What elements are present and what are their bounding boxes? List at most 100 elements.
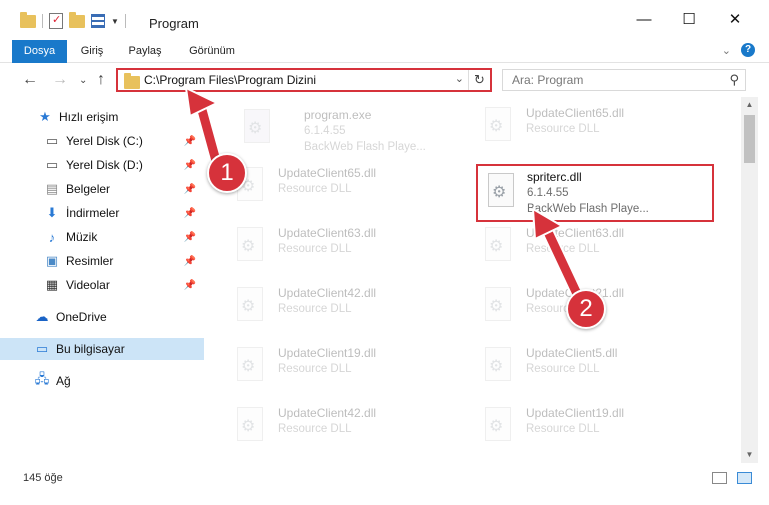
list-item[interactable]: ⚙ UpdateClient65.dll Resource DLL — [223, 159, 463, 217]
details-view-icon[interactable] — [712, 472, 727, 484]
videos-icon: ▦ — [45, 277, 59, 292]
dll-icon: ⚙ — [481, 407, 515, 447]
drive-icon: ▭ — [45, 133, 59, 148]
pin-icon[interactable]: 📌 — [184, 136, 196, 147]
window-title: Program — [149, 16, 199, 31]
pin-icon[interactable]: 📌 — [184, 280, 196, 291]
pin-icon[interactable]: 📌 — [184, 256, 196, 267]
help-icon[interactable]: ? — [741, 43, 755, 57]
file-name: UpdateClient65.dll — [526, 106, 625, 120]
file-description: Resource DLL — [526, 423, 600, 435]
pin-icon[interactable]: 📌 — [184, 208, 196, 219]
dll-icon: ⚙ — [481, 287, 515, 327]
file-description: Resource DLL — [278, 363, 352, 375]
list-item[interactable]: ⚙ UpdateClient63.dll Resource DLL — [223, 219, 463, 277]
nav-item-documents[interactable]: ▤ Belgeler 📌 — [0, 178, 204, 200]
search-icon[interactable]: ⚲ — [729, 72, 739, 88]
up-arrow-icon[interactable]: ↑ — [97, 71, 105, 89]
star-icon: ★ — [39, 109, 51, 124]
list-item[interactable]: ⚙ UpdateClient42.dll Resource DLL — [223, 399, 463, 457]
recent-locations-icon[interactable]: ⌄ — [79, 75, 87, 86]
computer-icon: ▭ — [35, 341, 49, 356]
dll-icon: ⚙ — [481, 347, 515, 387]
file-name: spriterc.dll — [527, 170, 582, 184]
scroll-thumb[interactable] — [744, 115, 755, 163]
ribbon-expand-icon[interactable]: ⌄ — [722, 44, 731, 57]
dll-icon: ⚙ — [481, 107, 515, 147]
item-count: 145 öğe — [23, 472, 63, 484]
address-row: ← → ⌄ ↑ C:\Program Files\Program Dizini … — [0, 63, 769, 97]
nav-label: Yerel Disk (C:) — [66, 134, 143, 148]
nav-label: Ağ — [56, 374, 71, 388]
tab-home[interactable]: Giriş — [74, 40, 110, 63]
file-description: Resource DLL — [278, 423, 352, 435]
pin-icon[interactable]: 📌 — [184, 184, 196, 195]
file-description: Resource DLL — [526, 243, 600, 255]
nav-item-onedrive[interactable]: ☁ OneDrive — [0, 306, 204, 328]
file-name: UpdateClient5.dll — [526, 346, 618, 360]
address-bar[interactable]: C:\Program Files\Program Dizini ⌄ ↻ — [116, 68, 492, 92]
scroll-down-icon[interactable]: ▼ — [741, 447, 758, 463]
address-path[interactable]: C:\Program Files\Program Dizini — [144, 73, 316, 87]
step-badge-2: 2 — [566, 289, 606, 329]
file-name: UpdateClient63.dll — [526, 226, 625, 240]
dll-icon: ⚙ — [233, 407, 267, 447]
dll-icon: ⚙ — [484, 173, 518, 213]
tab-share[interactable]: Paylaş — [122, 40, 168, 63]
list-item[interactable]: ⚙ UpdateClient63.dll Resource DLL — [471, 219, 711, 277]
search-placeholder[interactable]: Ara: Program — [512, 73, 583, 87]
file-description: Resource DLL — [526, 123, 600, 135]
file-description: BackWeb Flash Playe... — [527, 203, 649, 215]
pin-icon[interactable]: 📌 — [184, 160, 196, 171]
search-box[interactable]: Ara: Program ⚲ — [502, 69, 746, 91]
nav-item-downloads[interactable]: ⬇ İndirmeler 📌 — [0, 202, 204, 224]
step-badge-1: 1 — [207, 153, 247, 193]
quick-access-toolbar: ▼ — [20, 11, 126, 29]
toolbar-separator — [124, 14, 126, 28]
list-item[interactable]: ⚙ UpdateClient5.dll Resource DLL — [471, 339, 711, 397]
back-arrow-icon[interactable]: ← — [22, 71, 38, 89]
nav-item-drive-c[interactable]: ▭ Yerel Disk (C:) 📌 — [0, 130, 204, 152]
dll-icon: ⚙ — [233, 227, 267, 267]
nav-item-music[interactable]: ♪ Müzik 📌 — [0, 226, 204, 248]
folder-icon — [20, 11, 36, 28]
tab-file[interactable]: Dosya — [12, 40, 67, 63]
nav-item-this-pc[interactable]: ▭ Bu bilgisayar — [0, 338, 204, 360]
nav-item-pictures[interactable]: ▣ Resimler 📌 — [0, 250, 204, 272]
nav-item-network[interactable]: 🖧 Ağ — [0, 370, 204, 392]
scroll-up-icon[interactable]: ▲ — [741, 97, 758, 113]
tiles-view-icon[interactable] — [737, 472, 752, 484]
file-name: UpdateClient19.dll — [526, 406, 625, 420]
vertical-scrollbar[interactable]: ▲ ▼ — [741, 97, 758, 463]
address-dropdown-icon[interactable]: ⌄ — [455, 72, 464, 85]
minimize-button[interactable]: — — [629, 10, 659, 30]
nav-item-drive-d[interactable]: ▭ Yerel Disk (D:) 📌 — [0, 154, 204, 176]
tab-view[interactable]: Görünüm — [182, 40, 242, 63]
nav-item-videos[interactable]: ▦ Videolar 📌 — [0, 274, 204, 296]
view-icon[interactable] — [91, 14, 105, 28]
refresh-icon[interactable]: ↻ — [468, 70, 490, 90]
file-description: BackWeb Flash Playe... — [304, 141, 426, 153]
forward-arrow-icon[interactable]: → — [52, 71, 68, 89]
highlighted-file-spriterc[interactable]: ⚙ spriterc.dll 6.1.4.55 BackWeb Flash Pl… — [476, 164, 714, 222]
list-item[interactable]: ⚙ UpdateClient19.dll Resource DLL — [223, 339, 463, 397]
list-item[interactable]: ⚙ UpdateClient65.dll Resource DLL — [471, 99, 711, 157]
new-folder-icon[interactable] — [69, 11, 85, 28]
list-item[interactable]: ⚙ UpdateClient19.dll Resource DLL — [471, 399, 711, 457]
file-description: Resource DLL — [278, 183, 352, 195]
list-item[interactable]: ⚙ UpdateClient42.dll Resource DLL — [223, 279, 463, 337]
customize-toolbar-icon[interactable]: ▼ — [111, 17, 119, 26]
nav-label: OneDrive — [56, 310, 107, 324]
list-item[interactable]: ⚙ program.exe 6.1.4.55 BackWeb Flash Pla… — [230, 101, 470, 159]
cloud-icon: ☁ — [35, 309, 49, 324]
toolbar-separator — [42, 14, 43, 28]
ribbon-controls: ⌄ ? — [722, 43, 755, 57]
download-icon: ⬇ — [46, 205, 58, 220]
close-button[interactable]: ✕ — [720, 10, 750, 30]
pin-icon[interactable]: 📌 — [184, 232, 196, 243]
properties-icon[interactable] — [49, 13, 63, 29]
nav-quick-access[interactable]: ★ Hızlı erişim — [0, 106, 204, 128]
maximize-button[interactable]: ☐ — [674, 10, 704, 30]
documents-icon: ▤ — [45, 181, 59, 196]
nav-label: Yerel Disk (D:) — [66, 158, 143, 172]
